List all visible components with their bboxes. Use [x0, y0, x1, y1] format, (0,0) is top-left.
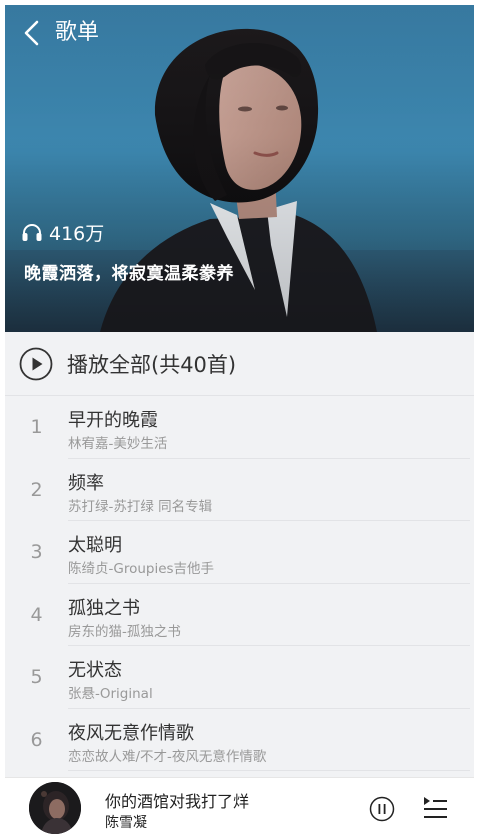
- song-title: 太聪明: [68, 535, 122, 556]
- now-playing-artist: 陈雪凝: [105, 815, 147, 831]
- song-title: 频率: [68, 472, 104, 494]
- song-row[interactable]: 1 早开的晚霞 林宥嘉-美妙生活: [5, 396, 474, 459]
- song-title: 早开的晚霞: [68, 410, 158, 431]
- song-index: 2: [30, 478, 43, 501]
- playlist-description: 晚霞洒落，将寂寞温柔豢养: [24, 264, 234, 284]
- back-button[interactable]: [21, 19, 45, 47]
- playlist-icon: [424, 797, 447, 818]
- chevron-left-icon: [24, 20, 39, 46]
- song-subtitle: 张悬-Original: [68, 686, 153, 702]
- song-index: 5: [30, 666, 43, 688]
- song-index: 6: [30, 728, 43, 751]
- play-circle-icon: [19, 347, 53, 380]
- playlist-cover: 歌单 416万 晚霞洒落，将寂寞温柔豢养: [5, 5, 474, 332]
- page-title: 歌单: [55, 20, 100, 45]
- song-subtitle: 苏打绿-苏打绿 同名专辑: [68, 498, 213, 515]
- song-row[interactable]: 4 孤独之书 房东的猫-孤独之书: [5, 584, 474, 647]
- song-list: 1 早开的晚霞 林宥嘉-美妙生活 2 频率 苏打绿-苏打绿 同名专辑 3 太聪明…: [5, 396, 474, 771]
- song-subtitle: 房东的猫-孤独之书: [68, 623, 181, 640]
- play-all-label: 播放全部(共40首): [67, 352, 237, 377]
- song-subtitle: 林宥嘉-美妙生活: [68, 436, 168, 452]
- song-row[interactable]: 5 无状态 张悬-Original: [5, 646, 474, 709]
- song-index: 3: [30, 541, 43, 563]
- song-subtitle: 陈绮贞-Groupies吉他手: [68, 561, 215, 577]
- headphones-icon: [22, 224, 42, 241]
- song-title: 孤独之书: [68, 597, 140, 619]
- play-all-button[interactable]: 播放全部(共40首): [5, 332, 474, 395]
- song-subtitle: 恋恋故人难/不才-夜风无意作情歌: [68, 748, 267, 765]
- song-index: 4: [30, 603, 43, 626]
- now-playing-cover[interactable]: [29, 782, 81, 834]
- song-title: 夜风无意作情歌: [68, 722, 194, 744]
- song-index: 1: [30, 416, 43, 438]
- playlist-screen: 歌单 416万 晚霞洒落，将寂寞温柔豢养 播放全部(共40首) 1 早开的晚霞 …: [5, 5, 474, 837]
- song-row[interactable]: 3 太聪明 陈绮贞-Groupies吉他手: [5, 521, 474, 584]
- song-row[interactable]: 6 夜风无意作情歌 恋恋故人难/不才-夜风无意作情歌: [5, 709, 474, 772]
- song-title: 无状态: [68, 660, 122, 681]
- pause-circle-icon: [369, 796, 395, 822]
- play-count-value: 416万: [49, 222, 105, 245]
- play-count: 416万: [21, 218, 104, 246]
- now-playing-title: 你的酒馆对我打了烊: [105, 792, 250, 811]
- mini-player: 你的酒馆对我打了烊 陈雪凝: [5, 777, 474, 837]
- album-art: [29, 782, 81, 834]
- pause-button[interactable]: [369, 796, 395, 822]
- playlist-queue-button[interactable]: [422, 795, 448, 821]
- song-row[interactable]: 2 频率 苏打绿-苏打绿 同名专辑: [5, 459, 474, 522]
